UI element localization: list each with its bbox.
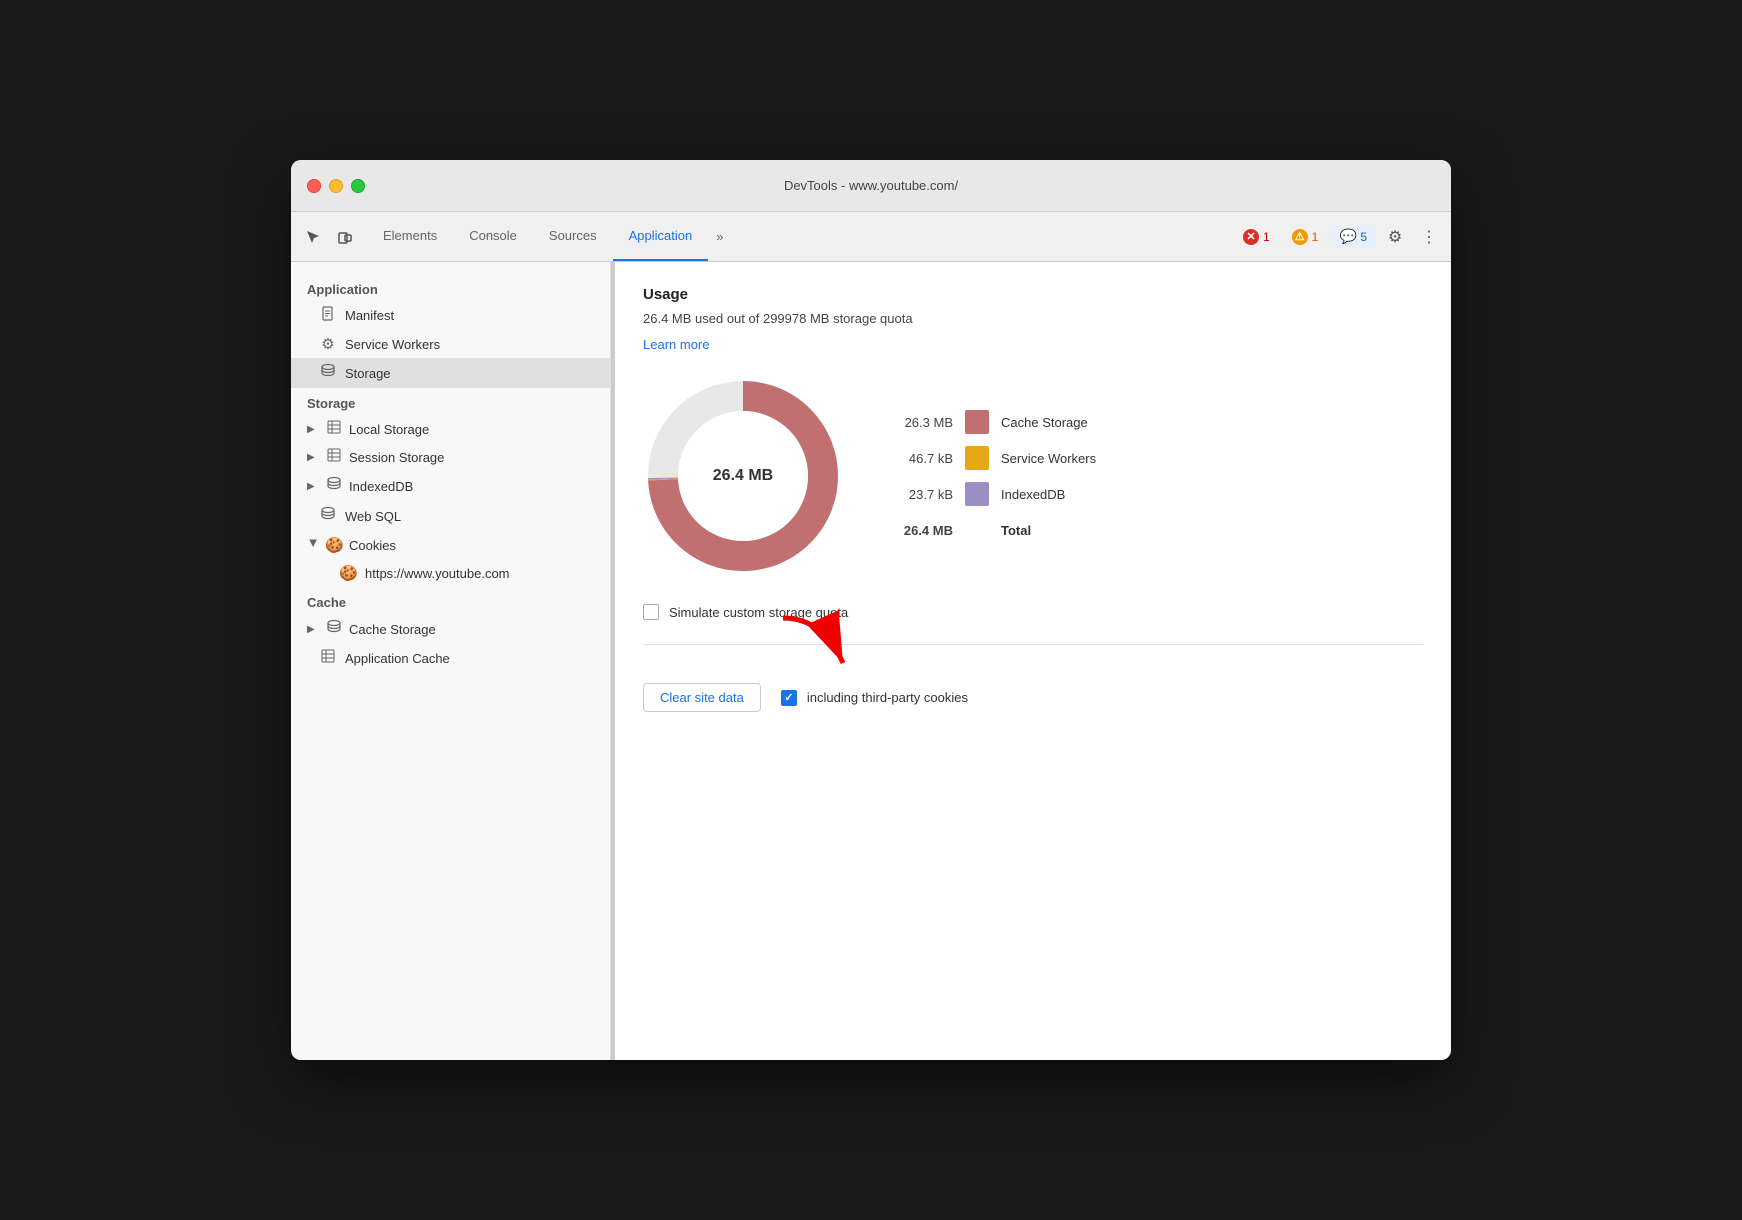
third-party-checkbox-row: including third-party cookies <box>781 690 968 706</box>
sidebar: Application Manifest ⚙ Service Workers S… <box>291 262 611 1060</box>
expand-arrow-local: ▶ <box>307 424 319 435</box>
legend-row-total: 26.4 MB Total <box>883 518 1096 542</box>
message-badge[interactable]: 💬 5 <box>1332 226 1375 248</box>
app-cache-icon <box>319 649 337 667</box>
expand-arrow-cache: ▶ <box>307 624 319 635</box>
simulate-quota-row: Simulate custom storage quota <box>643 604 1423 620</box>
sidebar-item-service-workers[interactable]: ⚙ Service Workers <box>291 330 610 358</box>
device-toggle-icon[interactable] <box>331 223 359 251</box>
tab-sources[interactable]: Sources <box>533 212 613 261</box>
expand-arrow-indexeddb: ▶ <box>307 481 319 492</box>
error-badge[interactable]: ✕ 1 <box>1235 226 1278 248</box>
third-party-label: including third-party cookies <box>807 690 968 705</box>
legend-row-service-workers: 46.7 kB Service Workers <box>883 446 1096 470</box>
storage-icon <box>319 363 337 383</box>
manifest-icon <box>319 306 337 325</box>
usage-subtitle: 26.4 MB used out of 299978 MB storage qu… <box>643 311 1423 326</box>
sidebar-item-cookies[interactable]: ▶ 🍪 Cookies <box>291 531 610 559</box>
web-sql-icon <box>319 506 337 526</box>
sidebar-section-application: Application <box>291 274 610 301</box>
simulate-quota-label: Simulate custom storage quota <box>669 605 848 620</box>
main-content: Application Manifest ⚙ Service Workers S… <box>291 262 1451 1060</box>
sidebar-section-cache: Cache <box>291 587 610 614</box>
legend-row-indexeddb: 23.7 kB IndexedDB <box>883 482 1096 506</box>
sidebar-item-youtube-cookies[interactable]: 🍪 https://www.youtube.com <box>291 559 610 587</box>
tab-more[interactable]: » <box>708 212 731 261</box>
tab-bar-right: ✕ 1 ⚠ 1 💬 5 ⚙ ⋮ <box>1235 212 1443 261</box>
local-storage-icon <box>325 420 343 438</box>
tab-console[interactable]: Console <box>453 212 533 261</box>
sidebar-item-cache-storage[interactable]: ▶ Cache Storage <box>291 614 610 644</box>
cookies-icon: 🍪 <box>325 536 343 554</box>
usage-title: Usage <box>643 286 1423 303</box>
chart-area: 26.4 MB 26.3 MB Cache Storage 46.7 kB Se… <box>643 376 1423 576</box>
session-storage-icon <box>325 448 343 466</box>
message-icon: 💬 <box>1340 229 1356 245</box>
service-workers-icon: ⚙ <box>319 335 337 353</box>
settings-icon[interactable]: ⚙ <box>1381 223 1409 251</box>
traffic-lights <box>307 179 365 193</box>
clear-site-data-button[interactable]: Clear site data <box>643 683 761 712</box>
maximize-button[interactable] <box>351 179 365 193</box>
sidebar-section-storage: Storage <box>291 388 610 415</box>
legend-color-indexeddb <box>965 482 989 506</box>
sidebar-item-application-cache[interactable]: Application Cache <box>291 644 610 672</box>
donut-chart: 26.4 MB <box>643 376 843 576</box>
tab-list: Elements Console Sources Application » <box>367 212 731 261</box>
devtools-window: DevTools - www.youtube.com/ Elements Con… <box>291 160 1451 1060</box>
cookie-url-icon: 🍪 <box>339 564 357 582</box>
red-arrow <box>763 608 863 688</box>
learn-more-link[interactable]: Learn more <box>643 337 709 352</box>
sidebar-item-local-storage[interactable]: ▶ Local Storage <box>291 415 610 443</box>
warning-icon: ⚠ <box>1292 229 1308 245</box>
tab-bar: Elements Console Sources Application » ✕… <box>291 212 1451 262</box>
more-options-icon[interactable]: ⋮ <box>1415 223 1443 251</box>
expand-arrow-cookies: ▶ <box>308 539 319 551</box>
third-party-checkbox[interactable] <box>781 690 797 706</box>
legend-color-total <box>965 518 989 542</box>
close-button[interactable] <box>307 179 321 193</box>
donut-label: 26.4 MB <box>713 467 773 485</box>
sidebar-item-indexeddb[interactable]: ▶ IndexedDB <box>291 471 610 501</box>
legend-color-sw <box>965 446 989 470</box>
minimize-button[interactable] <box>329 179 343 193</box>
sidebar-item-session-storage[interactable]: ▶ Session Storage <box>291 443 610 471</box>
cache-storage-icon <box>325 619 343 639</box>
expand-arrow-session: ▶ <box>307 452 319 463</box>
simulate-quota-checkbox[interactable] <box>643 604 659 620</box>
tab-elements[interactable]: Elements <box>367 212 453 261</box>
error-icon: ✕ <box>1243 229 1259 245</box>
sidebar-item-web-sql[interactable]: Web SQL <box>291 501 610 531</box>
warning-badge[interactable]: ⚠ 1 <box>1284 226 1327 248</box>
sidebar-item-storage[interactable]: Storage <box>291 358 610 388</box>
chart-legend: 26.3 MB Cache Storage 46.7 kB Service Wo… <box>883 410 1096 542</box>
indexeddb-icon <box>325 476 343 496</box>
section-divider <box>643 644 1423 645</box>
main-panel: Usage 26.4 MB used out of 299978 MB stor… <box>615 262 1451 1060</box>
legend-row-cache: 26.3 MB Cache Storage <box>883 410 1096 434</box>
window-title: DevTools - www.youtube.com/ <box>784 178 958 193</box>
cursor-icon[interactable] <box>299 223 327 251</box>
tab-application[interactable]: Application <box>613 212 709 261</box>
sidebar-item-manifest[interactable]: Manifest <box>291 301 610 330</box>
legend-color-cache <box>965 410 989 434</box>
tab-bar-icons <box>299 212 359 261</box>
title-bar: DevTools - www.youtube.com/ <box>291 160 1451 212</box>
bottom-actions: Clear site data including third-party co… <box>643 683 1423 712</box>
